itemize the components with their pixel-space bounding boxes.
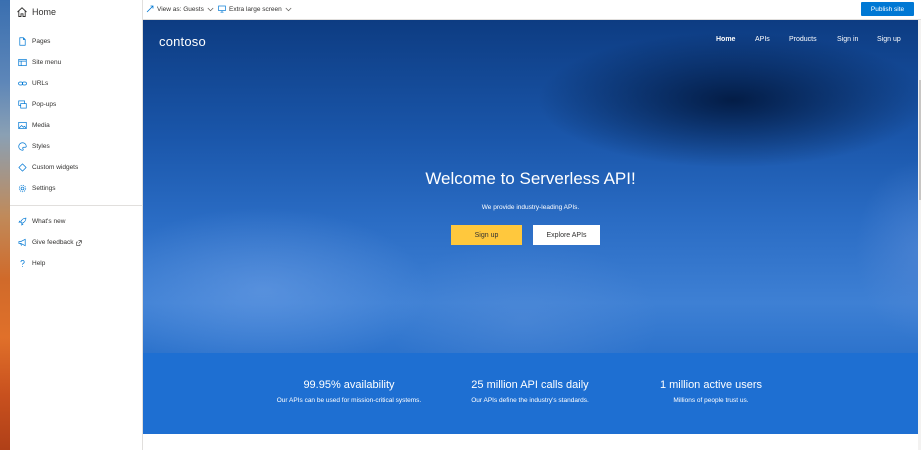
stat-heading: 25 million API calls daily	[471, 379, 589, 391]
link-icon	[18, 81, 27, 86]
sidebar-item-pop-ups[interactable]: Pop-ups	[10, 94, 142, 115]
stat-heading: 1 million active users	[659, 379, 763, 391]
explore-apis-button[interactable]: Explore APIs	[533, 225, 600, 245]
screen-size-dropdown[interactable]: Extra large screen	[218, 3, 292, 15]
hero-title: Welcome to Serverless API!	[425, 169, 636, 188]
chevron-down-icon	[207, 7, 214, 11]
stat-api-calls: 25 million API calls daily Our APIs defi…	[435, 379, 625, 404]
external-link-icon	[75, 239, 82, 246]
view-as-icon	[146, 5, 154, 13]
sidebar-item-label: Pop-ups	[32, 101, 57, 108]
nav-link-sign-in[interactable]: Sign in	[837, 36, 858, 43]
hero-subtitle: We provide industry-leading APIs.	[481, 204, 580, 211]
site-menu-icon	[18, 58, 27, 67]
sidebar-item-label: What's new	[32, 218, 66, 225]
hero-section: contoso Home APIs Products Sign in Sign …	[143, 20, 918, 353]
sidebar: Home Pages Site menu URLs Pop-ups Media …	[10, 0, 143, 450]
sidebar-item-settings[interactable]: Settings	[10, 178, 142, 199]
stat-text: Our APIs define the industry's standards…	[471, 397, 589, 404]
view-as-label: View as: Guests	[157, 5, 204, 13]
sidebar-item-whats-new[interactable]: What's new	[10, 211, 142, 232]
sidebar-home[interactable]: Home	[16, 4, 56, 20]
sidebar-item-label: URLs	[32, 80, 49, 87]
chevron-down-icon	[285, 7, 292, 11]
nav-link-products[interactable]: Products	[789, 36, 817, 43]
nav-link-apis[interactable]: APIs	[755, 36, 770, 43]
sidebar-item-media[interactable]: Media	[10, 115, 142, 136]
rocket-icon	[18, 217, 27, 226]
sign-up-button[interactable]: Sign up	[451, 225, 522, 245]
sidebar-item-label: Styles	[32, 143, 50, 150]
sidebar-item-urls[interactable]: URLs	[10, 73, 142, 94]
question-icon	[20, 260, 25, 267]
desktop-background	[0, 0, 10, 450]
site-preview-canvas: contoso Home APIs Products Sign in Sign …	[143, 20, 918, 450]
sidebar-item-label: Custom widgets	[32, 164, 79, 171]
popup-icon	[18, 100, 27, 109]
sidebar-item-label: Pages	[32, 38, 51, 45]
stat-active-users: 1 million active users Millions of peopl…	[616, 379, 806, 404]
top-toolbar: View as: Guests Extra large screen Publi…	[143, 0, 921, 20]
megaphone-icon	[18, 238, 26, 247]
nav-link-home[interactable]: Home	[716, 36, 735, 43]
nav-link-sign-up[interactable]: Sign up	[877, 36, 901, 43]
stat-heading: 99.95% availability	[303, 379, 395, 391]
styles-icon	[18, 142, 27, 151]
screen-size-label: Extra large screen	[229, 5, 282, 13]
publish-site-button[interactable]: Publish site	[861, 2, 914, 16]
sidebar-nav: Pages Site menu URLs Pop-ups Media Style…	[10, 31, 142, 199]
home-icon	[17, 7, 27, 17]
sidebar-item-give-feedback[interactable]: Give feedback	[10, 232, 142, 253]
monitor-icon	[218, 5, 226, 13]
stat-text: Millions of people trust us.	[673, 397, 749, 404]
sidebar-secondary-nav: What's new Give feedback Help	[10, 211, 142, 274]
view-as-dropdown[interactable]: View as: Guests	[146, 3, 214, 15]
gear-icon	[18, 184, 27, 193]
sidebar-home-label: Home	[32, 7, 57, 17]
sidebar-item-label: Settings	[32, 185, 56, 192]
sidebar-item-pages[interactable]: Pages	[10, 31, 142, 52]
sidebar-item-help[interactable]: Help	[10, 253, 142, 274]
next-section	[143, 434, 918, 450]
widget-icon	[18, 163, 27, 172]
sidebar-item-styles[interactable]: Styles	[10, 136, 142, 157]
sidebar-item-label: Site menu	[32, 59, 62, 66]
media-icon	[18, 121, 27, 130]
sidebar-item-label: Give feedback	[32, 239, 74, 246]
sidebar-item-label: Media	[32, 122, 50, 129]
sidebar-item-site-menu[interactable]: Site menu	[10, 52, 142, 73]
stat-text: Our APIs can be used for mission-critica…	[276, 397, 422, 404]
page-icon	[19, 37, 26, 46]
site-logo[interactable]: contoso	[159, 34, 206, 49]
sidebar-item-custom-widgets[interactable]: Custom widgets	[10, 157, 142, 178]
sidebar-divider	[10, 205, 142, 206]
sidebar-item-label: Help	[32, 260, 46, 267]
stat-availability: 99.95% availability Our APIs can be used…	[254, 379, 444, 404]
